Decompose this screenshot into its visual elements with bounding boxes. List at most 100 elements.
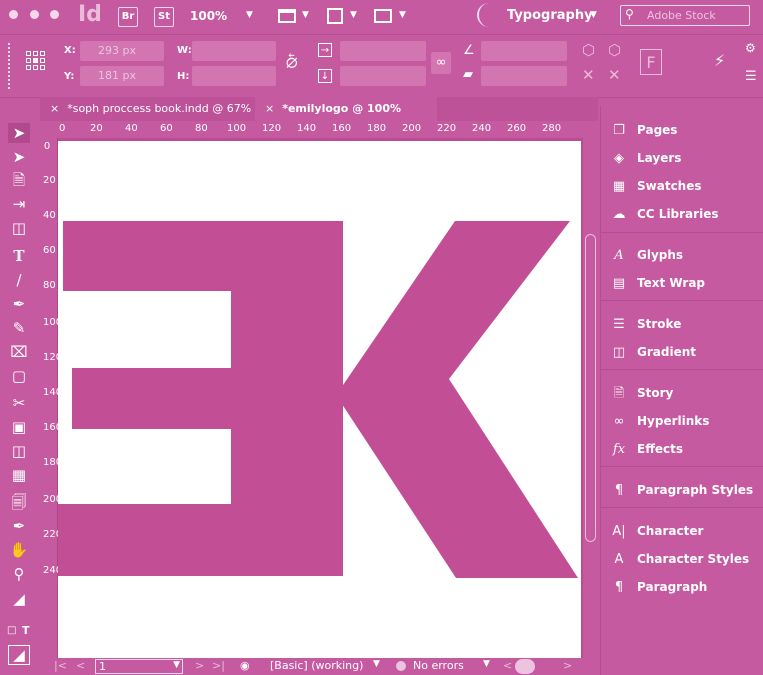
flip-vertical-icon[interactable]: ✕	[608, 66, 621, 84]
gradient-feather-tool-icon[interactable]: ▦	[8, 465, 30, 485]
chevron-down-icon[interactable]: ▼	[373, 659, 380, 669]
close-icon[interactable]: ×	[50, 102, 59, 115]
page-tool-icon[interactable]: 🗎	[8, 170, 30, 190]
panel-character-styles[interactable]: A Character Styles	[609, 548, 750, 570]
quick-apply-icon[interactable]: ⚡	[714, 51, 725, 70]
note-tool-icon[interactable]: 🗐	[8, 492, 30, 512]
panel-pages[interactable]: ❐ Pages	[609, 119, 677, 141]
scroll-thumb[interactable]	[585, 234, 596, 542]
panel-paragraph[interactable]: ¶ Paragraph	[609, 576, 707, 598]
scroll-left-icon[interactable]: <	[503, 659, 512, 672]
close-window-icon[interactable]	[9, 10, 18, 19]
panel-paragraph-styles[interactable]: ¶ Paragraph Styles	[609, 479, 753, 501]
workspace-switcher[interactable]: Typography	[507, 8, 593, 23]
rotation-angle-field[interactable]	[481, 41, 567, 61]
panel-hyperlinks[interactable]: ∞ Hyperlinks	[609, 410, 710, 432]
width-field[interactable]	[192, 41, 276, 61]
panel-layers[interactable]: ◈ Layers	[609, 147, 681, 169]
last-page-icon[interactable]: >|	[212, 659, 225, 672]
arrange-documents-icon[interactable]	[374, 9, 392, 23]
eyedropper-tool-icon[interactable]: ✒	[8, 516, 30, 536]
y-position-field[interactable]: 181 px	[80, 66, 164, 86]
bridge-button[interactable]: Br	[118, 7, 138, 27]
chevron-down-icon[interactable]: ▼	[173, 660, 180, 670]
gradient-swatch-tool-icon[interactable]: ◫	[8, 441, 30, 461]
horizontal-scroll-thumb[interactable]	[515, 659, 535, 674]
stock-button[interactable]: St	[154, 7, 174, 27]
settings-gear-icon[interactable]: ⚙	[745, 41, 756, 55]
text-frame-icon[interactable]: F	[640, 49, 662, 75]
height-field[interactable]	[192, 66, 276, 86]
next-page-icon[interactable]: >	[195, 659, 204, 672]
chevron-down-icon[interactable]: ▼	[350, 10, 357, 20]
zoom-level[interactable]: 100%	[190, 9, 227, 23]
chevron-down-icon[interactable]: ▼	[590, 10, 597, 20]
tab-emilylogo[interactable]: × *emilylogo @ 100%	[255, 97, 437, 121]
screen-mode-normal-icon[interactable]: ◢	[8, 645, 30, 665]
text-style-status[interactable]: [Basic] (working)	[270, 659, 363, 672]
maximize-window-icon[interactable]	[50, 10, 59, 19]
panel-stroke[interactable]: ☰ Stroke	[609, 313, 681, 335]
shear-angle-field[interactable]	[481, 66, 567, 86]
document-page[interactable]	[58, 141, 581, 658]
panel-swatches[interactable]: ▦ Swatches	[609, 175, 702, 197]
panel-cc-libraries[interactable]: ☁ CC Libraries	[609, 203, 719, 225]
rotate-ccw-icon[interactable]: ⬡	[608, 41, 621, 59]
direct-selection-tool-icon[interactable]: ➤	[8, 147, 30, 167]
selection-tool-icon[interactable]: ➤	[8, 123, 30, 143]
x-label: X:	[64, 45, 76, 56]
rectangle-frame-tool-icon[interactable]: ⌧	[8, 342, 30, 362]
ek-logo-artwork[interactable]	[58, 141, 581, 658]
chevron-down-icon[interactable]: ▼	[399, 10, 406, 20]
chevron-down-icon[interactable]: ▼	[246, 10, 253, 20]
open-page-icon[interactable]: ◉	[240, 659, 250, 672]
fill-stroke-swatch-icon[interactable]: ◢	[8, 589, 30, 609]
previous-page-icon[interactable]: <	[76, 659, 85, 672]
free-transform-tool-icon[interactable]: ▣	[8, 417, 30, 437]
chevron-down-icon[interactable]: ▼	[302, 10, 309, 20]
vertical-scrollbar[interactable]	[583, 138, 598, 658]
tab-label: *soph proccess book.indd @ 67%	[67, 102, 252, 115]
preflight-status[interactable]: No errors	[413, 659, 464, 672]
panel-effects[interactable]: fx Effects	[609, 438, 683, 460]
scale-y-field[interactable]	[340, 66, 426, 86]
panel-story[interactable]: 🗎 Story	[609, 382, 674, 404]
panel-grip-icon[interactable]	[8, 43, 13, 89]
tab-soph-proccess-book[interactable]: × *soph proccess book.indd @ 67%	[40, 97, 255, 121]
panel-text-wrap[interactable]: ▤ Text Wrap	[609, 272, 705, 294]
view-options-icon[interactable]	[327, 8, 343, 24]
zoom-tool-icon[interactable]: ⚲	[8, 564, 30, 584]
line-tool-icon[interactable]: ∕	[8, 270, 30, 290]
constrain-proportions-icon[interactable]: ⦴	[286, 53, 298, 73]
x-position-field[interactable]: 293 px	[80, 41, 164, 61]
panel-menu-icon[interactable]: ☰	[745, 69, 757, 84]
panel-character[interactable]: A| Character	[609, 520, 703, 542]
rectangle-tool-icon[interactable]: ▢	[8, 366, 30, 386]
panel-gradient[interactable]: ◫ Gradient	[609, 341, 696, 363]
page-number-field[interactable]: 1 ▼	[95, 659, 183, 674]
scroll-right-icon[interactable]: >	[563, 659, 572, 672]
scale-x-field[interactable]	[340, 41, 426, 61]
reference-point-icon[interactable]	[26, 51, 46, 71]
minimize-window-icon[interactable]	[30, 10, 39, 19]
document-canvas[interactable]	[58, 138, 598, 658]
scissors-tool-icon[interactable]: ✂	[8, 393, 30, 413]
chevron-down-icon[interactable]: ▼	[483, 659, 490, 669]
type-tool-icon[interactable]: T	[8, 246, 30, 266]
first-page-icon[interactable]: |<	[54, 659, 67, 672]
gap-tool-icon[interactable]: ⇥	[8, 194, 30, 214]
screen-mode-icon[interactable]	[278, 9, 296, 23]
stock-search-input[interactable]: ⚲ Adobe Stock	[620, 5, 750, 26]
formatting-text-icon[interactable]: T	[22, 624, 30, 637]
content-collector-icon[interactable]: ◫	[8, 218, 30, 238]
rotate-cw-icon[interactable]: ⬡	[582, 41, 595, 59]
close-icon[interactable]: ×	[265, 102, 274, 115]
formatting-container-icon[interactable]: □	[7, 625, 16, 636]
pen-tool-icon[interactable]: ✒	[8, 294, 30, 314]
horizontal-ruler: 0 20 40 60 80 100 120 140 160 180 200 22…	[40, 121, 598, 139]
flip-horizontal-icon[interactable]: ✕	[582, 66, 595, 84]
hand-tool-icon[interactable]: ✋	[8, 540, 30, 560]
panel-glyphs[interactable]: A Glyphs	[609, 244, 683, 266]
link-icon[interactable]: ∞	[431, 52, 451, 74]
pencil-tool-icon[interactable]: ✎	[8, 318, 30, 338]
